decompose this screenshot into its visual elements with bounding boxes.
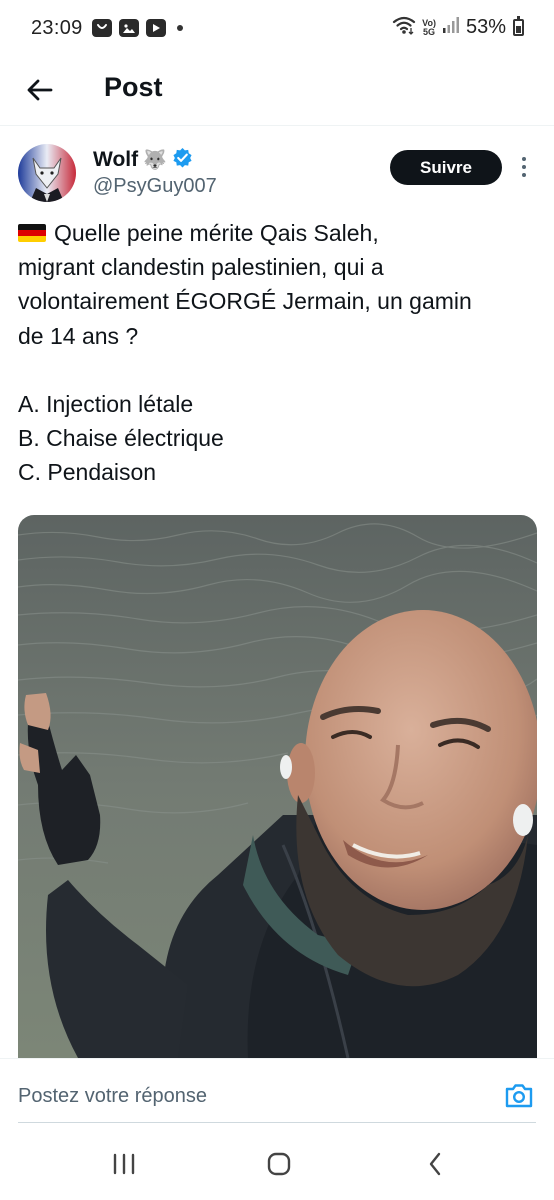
home-button[interactable] [259, 1151, 299, 1177]
post-media-image[interactable] [18, 515, 537, 1058]
signal-icon [442, 16, 460, 39]
poll-option-text: C. Pendaison [18, 459, 157, 486]
poll-option-text: A. Injection létale [18, 390, 194, 417]
wolf-emoji: 🐺 [143, 150, 167, 171]
youtube-icon [146, 19, 166, 37]
messaging-app-icon [92, 19, 112, 37]
more-notifications-dot [177, 25, 183, 31]
reply-bar: Postez votre réponse [0, 1058, 554, 1123]
battery-percent: 53% [465, 16, 506, 38]
verified-badge-icon [172, 147, 193, 173]
page-title: Post [104, 72, 163, 102]
follow-button[interactable]: Suivre [390, 150, 502, 185]
recent-apps-icon [113, 1153, 135, 1175]
recent-apps-button[interactable] [104, 1151, 144, 1177]
germany-flag-icon [18, 224, 46, 242]
author-name-row[interactable]: Wolf 🐺 [93, 147, 193, 173]
post-text-line: de 14 ans ? [18, 322, 139, 349]
post-text: Quelle peine mérite Qais Saleh, migrant … [18, 216, 540, 490]
poll-option-text: B. Chaise électrique [18, 425, 224, 452]
status-right: Vo) 5G 53% [392, 15, 524, 40]
more-dot-icon [522, 157, 526, 161]
camera-button[interactable] [504, 1083, 534, 1111]
author-name: Wolf [93, 148, 139, 171]
battery-icon [513, 16, 524, 36]
back-button[interactable] [20, 70, 60, 110]
arrow-left-icon [27, 79, 53, 101]
author-handle[interactable]: @PsyGuy007 [93, 175, 217, 198]
system-nav-bar [0, 1123, 554, 1200]
home-icon [267, 1152, 291, 1176]
notification-icons [92, 19, 183, 37]
post-text-line: volontairement ÉGORGÉ Jermain, un gamin [18, 288, 472, 315]
system-back-button[interactable] [415, 1151, 455, 1177]
reply-input[interactable]: Postez votre réponse [18, 1085, 207, 1108]
more-dot-icon [522, 173, 526, 177]
gallery-icon [119, 19, 139, 37]
status-bar: 23:09 Vo) 5G 53% [0, 0, 554, 58]
chevron-left-icon [429, 1152, 441, 1176]
status-time: 23:09 [31, 17, 83, 39]
camera-icon [505, 1084, 533, 1108]
post-text-line: Quelle peine mérite Qais Saleh, [18, 216, 540, 250]
more-options-button[interactable] [514, 153, 534, 181]
post-text-line: migrant clandestin palestinien, qui a [18, 254, 384, 281]
app-header: Post [0, 58, 554, 126]
wifi-icon [392, 15, 416, 40]
volte-5g-badge: Vo) 5G [422, 17, 436, 37]
author-avatar[interactable] [18, 144, 76, 202]
more-dot-icon [522, 165, 526, 169]
